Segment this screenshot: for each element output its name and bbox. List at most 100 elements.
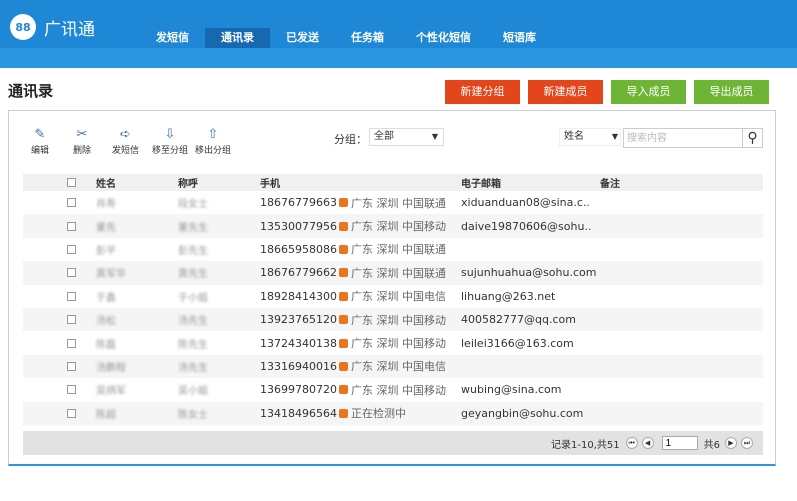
toolbar-label: 发短信 <box>112 146 140 156</box>
search-field-select[interactable]: 姓名 ▼ <box>559 128 621 146</box>
contact-name[interactable]: 黄军华 <box>96 261 126 284</box>
last-page-button[interactable]: ⏭ <box>741 437 753 449</box>
import-members-button[interactable]: 导入成员 <box>611 80 686 104</box>
table-row[interactable]: 彭平 彭先生 18665958086 广东 深圳 中国联通 <box>23 238 763 261</box>
row-checkbox[interactable] <box>67 221 76 231</box>
row-checkbox[interactable] <box>67 408 76 418</box>
location-pin-icon <box>338 244 348 254</box>
search-input[interactable] <box>623 128 743 148</box>
table-row[interactable]: 陈磊 陈先生 13724340138 广东 深圳 中国移动 leilei3166@163… <box>23 331 763 354</box>
column-header-email[interactable]: 电子邮箱 <box>461 174 501 191</box>
main-nav: 发短信 通讯录 已发送 任务箱 个性化短信 短语库 <box>140 28 552 48</box>
contact-name[interactable]: 吴炳军 <box>96 378 126 401</box>
next-page-icon: ▶ <box>728 439 734 447</box>
contact-phone: 13724340138 <box>260 336 337 350</box>
location-pin-icon <box>338 361 348 371</box>
contact-name[interactable]: 陈磊 <box>96 331 116 354</box>
phone-location: 广东 深圳 中国移动 <box>350 313 446 327</box>
contact-title: 彭先生 <box>178 245 208 257</box>
toolbar-remove-group-button[interactable]: ⇧ 移出分组 <box>195 125 231 157</box>
nav-item-4[interactable]: 个性化短信 <box>400 28 487 48</box>
contact-name[interactable]: 汤鹏程 <box>96 355 126 378</box>
phone-location: 广东 深圳 中国移动 <box>350 383 446 397</box>
contact-phone-cell: 18676779662 广东 深圳 中国联通 <box>260 261 446 284</box>
search-button[interactable]: ⚲ <box>743 128 763 148</box>
row-select-cell <box>67 331 76 354</box>
page-number-input[interactable] <box>661 436 698 450</box>
prev-page-button[interactable]: ◀ <box>641 437 654 449</box>
contact-name[interactable]: 汤松 <box>96 308 116 331</box>
row-checkbox[interactable] <box>67 198 76 208</box>
column-header-phone[interactable]: 手机 <box>260 174 280 191</box>
row-checkbox[interactable] <box>67 385 76 395</box>
phone-location: 广东 深圳 中国联通 <box>350 266 446 280</box>
app-logo[interactable]: 88 广讯通 <box>10 14 95 40</box>
column-header-title[interactable]: 称呼 <box>178 174 198 191</box>
contact-title: 黄先生 <box>178 269 208 281</box>
table-row[interactable]: 汤松 汤先生 13923765120 广东 深圳 中国移动 400582777@qq.c… <box>23 307 763 332</box>
contact-name[interactable]: 肖寿 <box>96 191 116 214</box>
row-select-cell <box>67 238 76 261</box>
nav-item-3[interactable]: 任务箱 <box>335 28 400 48</box>
toolbar-move-group-button[interactable]: ⇩ 移至分组 <box>152 125 189 157</box>
remove-group-icon: ⇧ <box>207 126 219 142</box>
toolbar-delete-button[interactable]: ✂ 删除 <box>73 125 91 157</box>
contact-phone: 13418496564 <box>260 406 337 420</box>
row-checkbox[interactable] <box>67 244 76 254</box>
location-pin-icon <box>338 385 348 395</box>
table-row[interactable]: 于鑫 于小姐 18928414300 广东 深圳 中国电信 lihuang@263.ne… <box>23 285 763 308</box>
toolbar-label: 移至分组 <box>152 146 189 156</box>
nav-item-0[interactable]: 发短信 <box>140 28 205 48</box>
contact-name[interactable]: 董先 <box>96 214 116 237</box>
contact-phone: 18676779663 <box>260 196 337 210</box>
row-select-cell <box>67 285 76 308</box>
row-select-cell <box>67 402 76 425</box>
location-pin-icon <box>338 198 348 208</box>
table-row[interactable]: 黄军华 黄先生 18676779662 广东 深圳 中国联通 sujunhuahua@s… <box>23 261 763 285</box>
contact-title: 吴小姐 <box>178 386 208 398</box>
new-group-button[interactable]: 新建分组 <box>445 80 520 104</box>
row-checkbox[interactable] <box>67 338 76 348</box>
contact-name[interactable]: 于鑫 <box>96 285 116 308</box>
contact-name[interactable]: 彭平 <box>96 238 116 261</box>
nav-item-2[interactable]: 已发送 <box>270 28 335 48</box>
nav-item-5[interactable]: 短语库 <box>487 28 552 48</box>
phone-location: 广东 深圳 中国电信 <box>350 290 446 304</box>
row-checkbox[interactable] <box>67 268 76 278</box>
logo-text: 广讯通 <box>44 19 95 40</box>
pager: 记录1-10,共51 ⏮ ◀ 共6 ▶ ⏭ <box>551 431 755 455</box>
table-row[interactable]: 汤鹏程 汤先生 13316940016 广东 深圳 中国电信 <box>23 354 763 379</box>
contact-phone: 13699780720 <box>260 383 337 397</box>
table-row[interactable]: 陈超 陈女士 13418496564 正在检测中 geyangbin@sohu.com <box>23 401 763 425</box>
contact-name[interactable]: 陈超 <box>96 402 116 425</box>
top-bar: 88 广讯通 发短信 通讯录 已发送 任务箱 个性化短信 短语库 <box>0 0 797 48</box>
contact-email: geyangbin@sohu.com <box>461 406 584 420</box>
contact-phone: 13923765120 <box>260 313 337 327</box>
select-all-checkbox[interactable] <box>67 178 76 187</box>
table-row[interactable]: 肖寿 段女士 18676779663 广东 深圳 中国联通 xiduanduan08@s… <box>23 191 763 214</box>
toolbar-send-sms-button[interactable]: ➪ 发短信 <box>112 125 140 157</box>
column-header-note[interactable]: 备注 <box>600 174 620 191</box>
table-row[interactable]: 吴炳军 吴小姐 13699780720 广东 深圳 中国移动 wubing@sina.c… <box>23 378 763 401</box>
new-member-button[interactable]: 新建成员 <box>528 80 603 104</box>
row-checkbox[interactable] <box>67 291 76 301</box>
row-checkbox[interactable] <box>67 361 76 371</box>
row-checkbox[interactable] <box>67 315 76 325</box>
contact-email: wubing@sina.com <box>461 383 562 397</box>
toolbar-edit-button[interactable]: ✎ 编辑 <box>31 125 49 157</box>
nav-item-1[interactable]: 通讯录 <box>205 28 270 48</box>
next-page-button[interactable]: ▶ <box>725 437 737 449</box>
first-page-button[interactable]: ⏮ <box>625 437 638 449</box>
page-title: 通讯录 <box>8 82 54 100</box>
export-members-button[interactable]: 导出成员 <box>694 80 769 104</box>
column-header-name[interactable]: 姓名 <box>96 174 116 191</box>
contact-email: daive19870606@sohu.. <box>461 219 592 233</box>
contact-email: 400582777@qq.com <box>461 313 576 327</box>
group-filter-select[interactable]: 全部 ▼ <box>369 128 444 146</box>
contact-title: 段女士 <box>178 199 208 211</box>
table-header: 姓名 称呼 手机 电子邮箱 备注 <box>23 174 763 191</box>
prev-page-icon: ◀ <box>644 439 651 447</box>
contact-phone-cell: 13530077956 广东 深圳 中国移动 <box>260 214 446 237</box>
contact-phone-cell: 13724340138 广东 深圳 中国移动 <box>260 331 446 354</box>
table-row[interactable]: 董先 董先生 13530077956 广东 深圳 中国移动 daive19870606@… <box>23 214 763 238</box>
